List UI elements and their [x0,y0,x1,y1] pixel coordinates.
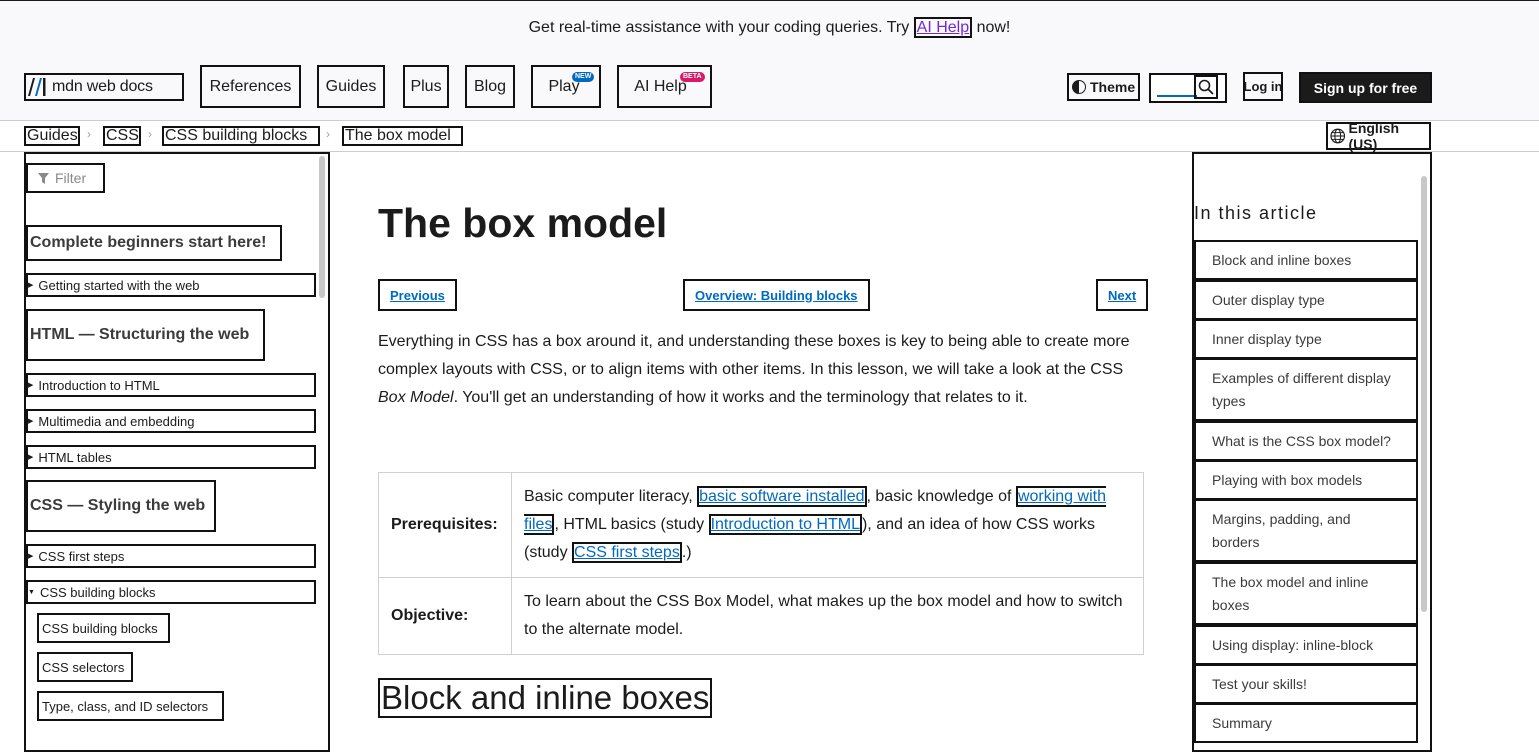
search-button[interactable] [1194,75,1218,99]
new-badge: NEW [572,72,595,82]
search-input[interactable] [1157,81,1197,97]
toc-item-inline-block[interactable]: Using display: inline-block [1194,625,1418,665]
nav-guides[interactable]: Guides [317,65,385,108]
mdn-logo[interactable]: mdn web docs [24,73,184,101]
sidebar-scrollbar[interactable] [319,156,325,298]
globe-icon [1330,128,1346,144]
search-icon [1198,79,1214,95]
introduction-to-html-link[interactable]: Introduction to HTML [708,514,862,535]
expand-triangle-icon: ▶ [28,454,34,461]
table-row: Objective: To learn about the CSS Box Mo… [378,577,1144,655]
nav-ai-help[interactable]: AI Help BETA [617,65,712,108]
breadcrumb-css-building-blocks[interactable]: CSS building blocks [162,126,320,146]
collapse-triangle-icon: ▼ [28,588,35,596]
objective-text: To learn about the CSS Box Model, what m… [511,577,1144,655]
sidebar-heading-beginners[interactable]: Complete beginners start here! [26,225,282,261]
toc-item-margins-padding-borders[interactable]: Margins, padding, and borders [1194,499,1418,562]
filter-icon [38,172,49,184]
login-button[interactable]: Log in [1243,72,1283,101]
sidebar-filter-input[interactable]: Filter [26,163,105,193]
breadcrumb-the-box-model[interactable]: The box model [342,126,463,146]
learning-outcomes-table: Prerequisites: Basic computer literacy, … [378,472,1144,655]
banner-ai-help-link[interactable]: AI Help [913,17,973,38]
theme-switcher-button[interactable]: Theme [1067,73,1140,101]
sidebar-item-css-building-blocks[interactable]: ▼ CSS building blocks [26,580,316,604]
nav-blog[interactable]: Blog [465,65,515,108]
language-switcher-button[interactable]: English (US) [1326,120,1431,152]
toc-item-summary[interactable]: Summary [1194,703,1418,743]
sidebar-subitem-css-building-blocks[interactable]: CSS building blocks [37,613,170,643]
breadcrumb-separator-icon: › [87,127,91,141]
sidebar-heading-html[interactable]: HTML — Structuring the web [26,309,265,361]
top-navigation: mdn web docs References Guides Plus Blog… [0,55,1539,120]
intro-paragraph: Everything in CSS has a box around it, a… [378,333,1130,406]
sidebar-item-multimedia[interactable]: ▶ Multimedia and embedding [26,409,316,433]
sidebar-item-intro-html[interactable]: ▶ Introduction to HTML [26,373,316,397]
page-title: The box model [378,200,668,246]
expand-triangle-icon: ▶ [28,282,34,289]
theme-icon [1072,80,1086,94]
toc-item-inner-display[interactable]: Inner display type [1194,319,1418,359]
prerequisites-label: Prerequisites: [378,472,512,578]
expand-triangle-icon: ▶ [28,382,34,389]
nav-play[interactable]: Play NEW [531,65,601,108]
basic-software-link[interactable]: basic software installed [697,486,867,507]
breadcrumb-separator-icon: › [148,127,152,141]
objective-label: Objective: [378,577,512,655]
nav-references[interactable]: References [200,65,301,108]
mdn-logo-icon [28,78,46,96]
banner-message: Get real-time assistance with your codin… [528,17,1011,38]
sidebar-heading-css[interactable]: CSS — Styling the web [26,480,216,532]
toc-item-test-your-skills[interactable]: Test your skills! [1194,664,1418,704]
sidebar-navigation: Filter Complete beginners start here! ▶ G… [24,152,330,752]
beta-badge: BETA [680,72,705,82]
expand-triangle-icon: ▶ [28,418,34,425]
ai-help-banner: Get real-time assistance with your codin… [0,0,1539,55]
breadcrumb-bar: Guides › CSS › CSS building blocks › The… [0,120,1539,152]
toc-scrollbar[interactable] [1421,176,1427,612]
sidebar-subitem-css-selectors[interactable]: CSS selectors [37,652,133,682]
toc-item-what-is-box-model[interactable]: What is the CSS box model? [1194,421,1418,461]
signup-button[interactable]: Sign up for free [1299,72,1432,103]
prerequisites-text: Basic computer literacy, basic software … [511,472,1144,578]
toc-item-display-examples[interactable]: Examples of different display types [1194,358,1418,421]
sidebar-subitem-type-class-id[interactable]: Type, class, and ID selectors [37,691,224,721]
nav-plus[interactable]: Plus [403,65,449,108]
sidebar-item-css-first-steps[interactable]: ▶ CSS first steps [26,544,316,568]
table-of-contents: In this article Block and inline boxes O… [1192,152,1432,752]
expand-triangle-icon: ▶ [28,553,34,560]
sidebar-item-html-tables[interactable]: ▶ HTML tables [26,445,316,469]
toc-item-block-inline[interactable]: Block and inline boxes [1194,240,1418,280]
next-button[interactable]: Next [1096,279,1149,311]
toc-item-playing-with-box-models[interactable]: Playing with box models [1194,460,1418,500]
breadcrumb-css[interactable]: CSS [103,126,141,146]
section-heading-block-inline[interactable]: Block and inline boxes [378,678,713,718]
breadcrumb-separator-icon: › [326,127,330,141]
toc-item-box-model-inline[interactable]: The box model and inline boxes [1194,562,1418,625]
table-row: Prerequisites: Basic computer literacy, … [378,472,1144,578]
css-first-steps-link[interactable]: CSS first steps [572,542,682,563]
toc-item-outer-display[interactable]: Outer display type [1194,280,1418,320]
logo-text: mdn web docs [52,78,153,95]
overview-button[interactable]: Overview: Building blocks [683,279,870,311]
sidebar-item-getting-started[interactable]: ▶ Getting started with the web [26,273,316,297]
previous-button[interactable]: Previous [378,279,457,311]
breadcrumb-guides[interactable]: Guides [24,126,80,146]
toc-title: In this article [1194,203,1318,223]
